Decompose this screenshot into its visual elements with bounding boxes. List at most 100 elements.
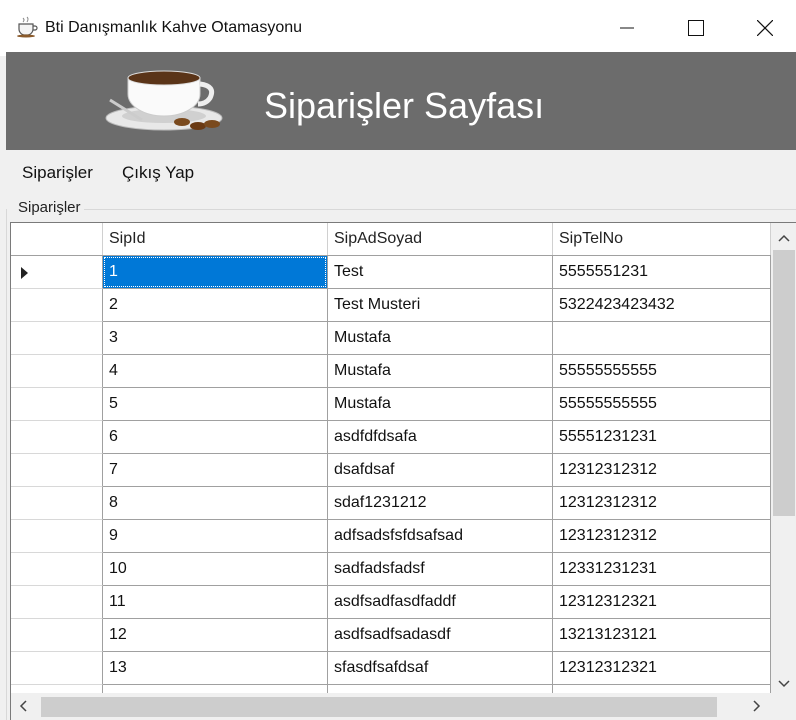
column-header-sipadsoyad[interactable]: SipAdSoyad <box>328 223 553 255</box>
cell-siptelno[interactable]: 5322423423432 <box>553 289 771 322</box>
cell-sipadsoyad[interactable]: asdfsadfasdfaddf <box>328 586 553 619</box>
table-row[interactable]: 2 Test Musteri 5322423423432 <box>11 289 771 322</box>
minimize-button[interactable] <box>594 0 660 56</box>
cell-sipadsoyad[interactable]: asdfdfdsafa <box>328 421 553 454</box>
row-header-corner[interactable] <box>11 223 103 255</box>
cell-sipid[interactable]: 11 <box>103 586 328 619</box>
horizontal-scrollbar[interactable] <box>11 693 796 720</box>
app-window: Bti Danışmanlık Kahve Otamasyonu Sipariş… <box>0 0 796 720</box>
cell-siptelno[interactable]: 55551231231 <box>553 421 771 454</box>
cell-sipadsoyad[interactable]: Mustafa <box>328 322 553 355</box>
cell-siptelno[interactable]: 12312312321 <box>553 586 771 619</box>
column-header-siptelno[interactable]: SipTelNo <box>553 223 771 255</box>
grid-header-row: SipId SipAdSoyad SipTelNo <box>11 223 771 256</box>
maximize-icon <box>688 20 704 36</box>
minimize-icon <box>620 27 634 29</box>
row-header[interactable] <box>11 520 103 553</box>
maximize-button[interactable] <box>663 0 729 56</box>
table-row[interactable]: 9 adfsadsfsfdsafsad 12312312312 <box>11 520 771 553</box>
cell-siptelno[interactable] <box>553 322 771 355</box>
cell-sipadsoyad[interactable]: sadfadsfadsf <box>328 553 553 586</box>
cell-sipid[interactable]: 13 <box>103 652 328 685</box>
table-row[interactable]: 11 asdfsadfasdfaddf 12312312321 <box>11 586 771 619</box>
group-label: Siparişler <box>18 199 81 216</box>
table-row[interactable]: 6 asdfdfdsafa 55551231231 <box>11 421 771 454</box>
group-border-left <box>6 209 7 720</box>
cell-siptelno[interactable]: 12312312312 <box>553 487 771 520</box>
cell-siptelno[interactable]: 12312312312 <box>553 520 771 553</box>
cell-siptelno[interactable]: 12312312321 <box>553 652 771 685</box>
scroll-left-icon[interactable] <box>19 700 27 714</box>
cell-sipadsoyad[interactable]: sdaf1231212 <box>328 487 553 520</box>
row-header[interactable] <box>11 355 103 388</box>
row-header[interactable] <box>11 487 103 520</box>
cell-siptelno[interactable]: 55555555555 <box>553 388 771 421</box>
table-row[interactable]: 7 dsafdsaf 12312312312 <box>11 454 771 487</box>
cell-sipid[interactable]: 6 <box>103 421 328 454</box>
row-header[interactable] <box>11 421 103 454</box>
table-row[interactable]: 8 sdaf1231212 12312312312 <box>11 487 771 520</box>
row-header[interactable] <box>11 454 103 487</box>
cell-siptelno[interactable]: 5555551231 <box>553 256 771 289</box>
cell-sipid[interactable]: 5 <box>103 388 328 421</box>
table-row[interactable]: 13 sfasdfsafdsaf 12312312321 <box>11 652 771 685</box>
menu-item-logout[interactable]: Çıkış Yap <box>122 163 194 183</box>
cell-sipid[interactable]: 7 <box>103 454 328 487</box>
menu-bar: Siparişler Çıkış Yap <box>6 150 796 198</box>
scroll-right-icon[interactable] <box>753 700 761 714</box>
cell-sipid[interactable]: 1 <box>103 256 328 289</box>
horizontal-scroll-thumb[interactable] <box>41 697 717 717</box>
cell-sipadsoyad[interactable]: sfasdfsafdsaf <box>328 652 553 685</box>
cell-siptelno[interactable]: 13213123121 <box>553 619 771 652</box>
coffee-cup-icon <box>17 16 38 38</box>
table-row[interactable]: 5 Mustafa 55555555555 <box>11 388 771 421</box>
close-button[interactable] <box>732 0 796 56</box>
cell-sipid[interactable]: 8 <box>103 487 328 520</box>
cell-sipid[interactable]: 10 <box>103 553 328 586</box>
row-header[interactable] <box>11 322 103 355</box>
row-header[interactable] <box>11 586 103 619</box>
group-border <box>84 209 796 210</box>
cell-sipadsoyad[interactable]: dsafdsaf <box>328 454 553 487</box>
cell-sipadsoyad[interactable]: adfsadsfsfdsafsad <box>328 520 553 553</box>
coffee-cup-image <box>105 70 223 131</box>
table-row[interactable]: 12 asdfsadfsadasdf 13213123121 <box>11 619 771 652</box>
cell-sipid[interactable]: 2 <box>103 289 328 322</box>
orders-grid[interactable]: SipId SipAdSoyad SipTelNo 1 Test 5555551… <box>10 222 796 720</box>
row-header[interactable] <box>11 553 103 586</box>
current-row-arrow-icon <box>21 267 28 279</box>
row-header[interactable] <box>11 388 103 421</box>
title-bar[interactable]: Bti Danışmanlık Kahve Otamasyonu <box>0 0 796 56</box>
row-header[interactable] <box>11 256 103 289</box>
scroll-down-icon[interactable] <box>778 676 790 690</box>
window-title: Bti Danışmanlık Kahve Otamasyonu <box>45 19 303 36</box>
cell-sipid[interactable]: 9 <box>103 520 328 553</box>
column-header-sipid[interactable]: SipId <box>103 223 328 255</box>
vertical-scrollbar[interactable] <box>771 223 796 693</box>
scroll-up-icon[interactable] <box>778 230 790 244</box>
cell-siptelno[interactable]: 12312312312 <box>553 454 771 487</box>
cell-sipadsoyad[interactable]: asdfsadfsadasdf <box>328 619 553 652</box>
table-row[interactable]: 1 Test 5555551231 <box>11 256 771 289</box>
cell-sipid[interactable]: 3 <box>103 322 328 355</box>
cell-sipid[interactable]: 12 <box>103 619 328 652</box>
table-row[interactable]: 3 Mustafa <box>11 322 771 355</box>
vertical-scroll-thumb[interactable] <box>773 250 795 516</box>
cell-siptelno[interactable]: 12331231231 <box>553 553 771 586</box>
cell-sipadsoyad[interactable]: Test Musteri <box>328 289 553 322</box>
page-title: Siparişler Sayfası <box>264 85 545 126</box>
cell-siptelno[interactable]: 55555555555 <box>553 355 771 388</box>
row-header[interactable] <box>11 652 103 685</box>
page-header: Siparişler Sayfası <box>6 52 796 150</box>
row-header[interactable] <box>11 619 103 652</box>
cell-sipadsoyad[interactable]: Mustafa <box>328 355 553 388</box>
cell-sipid[interactable]: 4 <box>103 355 328 388</box>
menu-item-orders[interactable]: Siparişler <box>22 163 93 183</box>
table-row[interactable]: 10 sadfadsfadsf 12331231231 <box>11 553 771 586</box>
focus-rectangle <box>104 257 326 287</box>
cell-sipadsoyad[interactable]: Mustafa <box>328 388 553 421</box>
table-row[interactable]: 4 Mustafa 55555555555 <box>11 355 771 388</box>
row-header[interactable] <box>11 289 103 322</box>
cell-sipadsoyad[interactable]: Test <box>328 256 553 289</box>
close-icon <box>757 20 773 36</box>
